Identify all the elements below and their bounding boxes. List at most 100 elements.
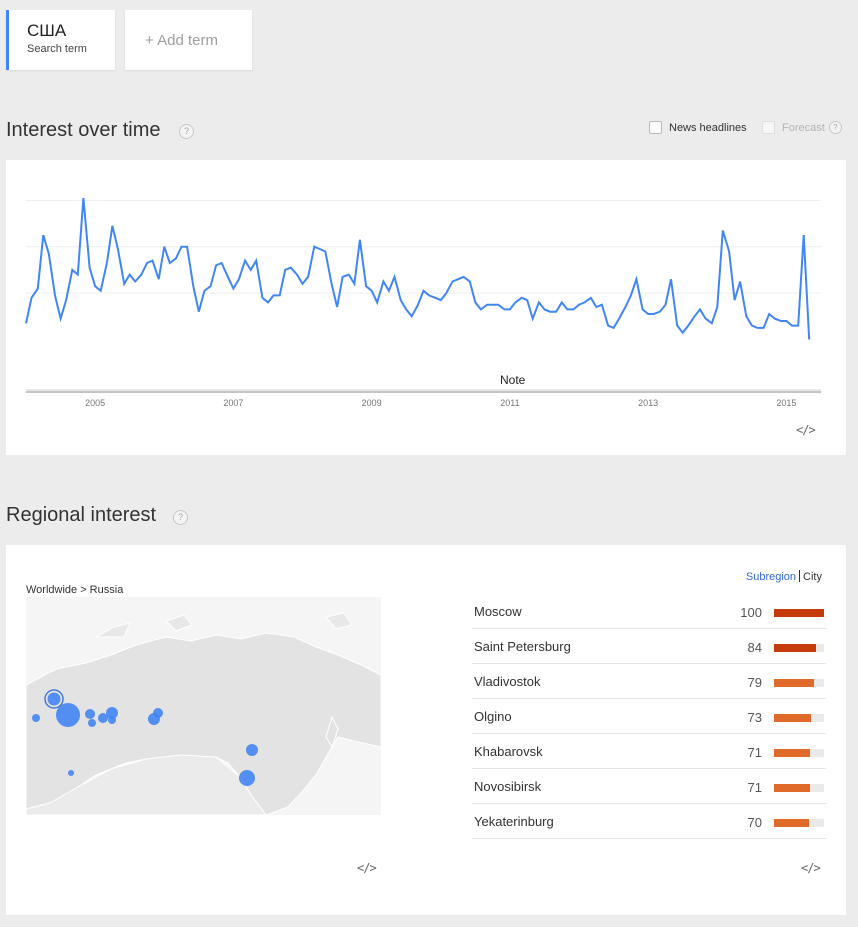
region-row[interactable]: Vladivostok 79	[472, 664, 826, 699]
data-point[interactable]	[144, 260, 149, 265]
data-point[interactable]	[306, 274, 311, 279]
data-point[interactable]	[236, 277, 241, 282]
region-bubble[interactable]	[85, 709, 95, 719]
region-bubble[interactable]	[153, 708, 163, 718]
data-point[interactable]	[340, 274, 345, 279]
data-point[interactable]	[104, 260, 109, 265]
data-point[interactable]	[248, 267, 253, 272]
region-bubble[interactable]	[88, 719, 96, 727]
data-point[interactable]	[409, 314, 414, 319]
data-point[interactable]	[156, 277, 161, 282]
data-point[interactable]	[346, 272, 351, 277]
data-point[interactable]	[490, 302, 495, 307]
data-point[interactable]	[231, 286, 236, 291]
data-point[interactable]	[265, 300, 270, 305]
data-point[interactable]	[513, 300, 518, 305]
data-point[interactable]	[749, 323, 754, 328]
data-point[interactable]	[680, 330, 685, 335]
data-point[interactable]	[294, 272, 299, 277]
data-point[interactable]	[485, 302, 490, 307]
embed-chart-icon[interactable]: </>	[796, 423, 816, 437]
region-row[interactable]: Olgino 73	[472, 699, 826, 734]
data-point[interactable]	[796, 323, 801, 328]
data-point[interactable]	[668, 277, 673, 282]
data-point[interactable]	[174, 256, 179, 261]
data-point[interactable]	[663, 302, 668, 307]
data-point[interactable]	[115, 247, 120, 252]
data-point[interactable]	[456, 277, 461, 282]
data-point[interactable]	[398, 298, 403, 303]
data-point[interactable]	[478, 307, 483, 312]
data-point[interactable]	[807, 337, 812, 342]
data-point[interactable]	[715, 305, 720, 310]
embed-list-icon[interactable]: </>	[801, 861, 821, 875]
data-point[interactable]	[312, 244, 317, 249]
data-point[interactable]	[461, 274, 466, 279]
data-point[interactable]	[288, 265, 293, 270]
region-row[interactable]: Yekaterinburg 70	[472, 804, 826, 839]
data-point[interactable]	[784, 318, 789, 323]
region-row[interactable]: Saint Petersburg 84	[472, 629, 826, 664]
data-point[interactable]	[565, 307, 570, 312]
data-point[interactable]	[651, 312, 656, 317]
breadcrumb[interactable]: Worldwide > Russia	[26, 584, 123, 596]
help-icon[interactable]: ?	[179, 124, 194, 139]
data-point[interactable]	[606, 323, 611, 328]
region-bubble[interactable]	[239, 770, 255, 786]
data-point[interactable]	[727, 249, 732, 254]
data-point[interactable]	[686, 323, 691, 328]
region-map[interactable]	[26, 597, 381, 815]
data-point[interactable]	[202, 288, 207, 293]
data-point[interactable]	[525, 298, 530, 303]
region-row[interactable]: Moscow 100	[472, 594, 826, 629]
data-point[interactable]	[75, 272, 80, 277]
data-point[interactable]	[427, 293, 432, 298]
data-point[interactable]	[519, 295, 524, 300]
data-point[interactable]	[502, 307, 507, 312]
data-point[interactable]	[438, 298, 443, 303]
data-point[interactable]	[122, 281, 127, 286]
data-point[interactable]	[335, 305, 340, 310]
data-point[interactable]	[692, 314, 697, 319]
data-point[interactable]	[139, 272, 144, 277]
region-bubble[interactable]	[108, 716, 116, 724]
data-point[interactable]	[277, 293, 282, 298]
data-point[interactable]	[755, 325, 760, 330]
data-point[interactable]	[646, 312, 651, 317]
data-point[interactable]	[582, 300, 587, 305]
data-point[interactable]	[70, 267, 75, 272]
subregion-toggle[interactable]: Subregion	[746, 571, 796, 583]
data-point[interactable]	[35, 286, 40, 291]
data-point[interactable]	[208, 284, 213, 289]
data-point[interactable]	[720, 228, 725, 233]
data-point[interactable]	[81, 196, 86, 201]
data-point[interactable]	[450, 279, 455, 284]
data-point[interactable]	[352, 281, 357, 286]
data-point[interactable]	[571, 307, 576, 312]
data-point[interactable]	[530, 316, 535, 321]
embed-map-icon[interactable]: </>	[357, 861, 377, 875]
data-point[interactable]	[323, 249, 328, 254]
data-point[interactable]	[559, 300, 564, 305]
data-point[interactable]	[260, 295, 265, 300]
data-point[interactable]	[415, 302, 420, 307]
data-point[interactable]	[110, 223, 115, 228]
data-point[interactable]	[53, 293, 58, 298]
data-point[interactable]	[744, 314, 749, 319]
data-point[interactable]	[93, 284, 98, 289]
data-point[interactable]	[732, 298, 737, 303]
data-point[interactable]	[375, 300, 380, 305]
news-headlines-option[interactable]: News headlines	[649, 121, 747, 134]
chart-note-label[interactable]: Note	[500, 373, 525, 387]
city-toggle[interactable]: City	[803, 571, 822, 583]
data-point[interactable]	[634, 277, 639, 282]
data-point[interactable]	[772, 316, 777, 321]
interest-series-line[interactable]	[25, 197, 811, 340]
data-point[interactable]	[467, 279, 472, 284]
data-point[interactable]	[214, 263, 219, 268]
interest-line-chart[interactable]: 2005 2007 2009 2011 2013 2015	[6, 160, 846, 455]
data-point[interactable]	[599, 302, 604, 307]
region-bubble[interactable]	[56, 703, 80, 727]
forecast-checkbox[interactable]	[762, 121, 775, 134]
data-point[interactable]	[317, 247, 322, 252]
